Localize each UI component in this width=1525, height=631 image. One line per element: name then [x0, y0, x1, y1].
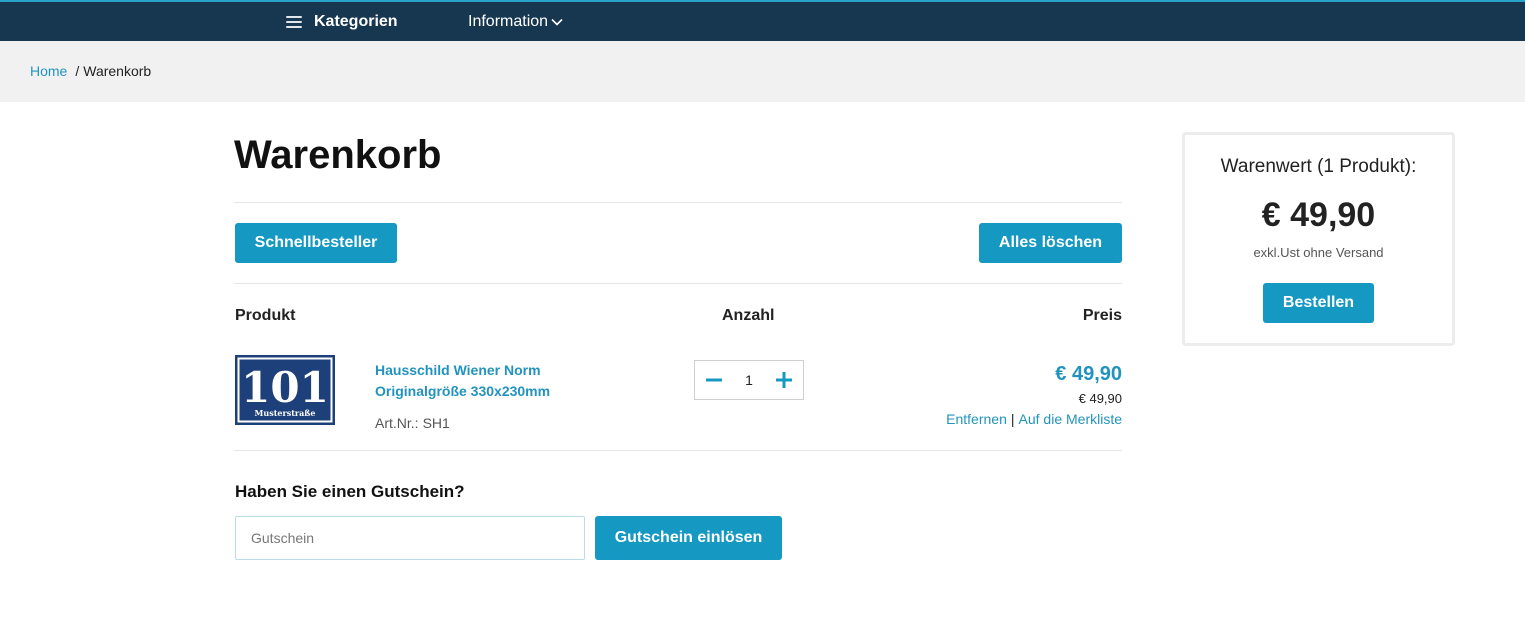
breadcrumb-home-link[interactable]: Home	[30, 63, 67, 79]
product-image[interactable]: 101 Musterstraße	[235, 355, 335, 425]
hamburger-menu-icon	[286, 15, 302, 28]
add-to-wishlist-link[interactable]: Auf die Merkliste	[1019, 411, 1122, 427]
breadcrumb-separator: /	[75, 63, 80, 79]
cart-summary-card: Warenwert (1 Produkt): € 49,90 exkl.Ust …	[1182, 132, 1455, 346]
summary-total: € 49,90	[1261, 196, 1376, 234]
item-actions-separator: |	[1010, 411, 1015, 427]
item-actions: Entfernen | Auf die Merkliste	[946, 411, 1122, 427]
divider	[234, 450, 1122, 451]
product-name-link[interactable]: Hausschild Wiener Norm Originalgröße 330…	[375, 360, 595, 402]
item-total-price: € 49,90	[1055, 363, 1122, 385]
column-header-product: Produkt	[235, 307, 296, 324]
divider	[234, 202, 1122, 203]
column-header-quantity: Anzahl	[722, 307, 775, 324]
increase-quantity-button[interactable]	[775, 371, 793, 389]
item-unit-price: € 49,90	[1078, 391, 1122, 406]
categories-menu-button[interactable]: Kategorien	[286, 2, 398, 41]
column-header-price: Preis	[1082, 307, 1122, 324]
divider	[234, 283, 1122, 284]
breadcrumb: Home / Warenkorb	[30, 63, 151, 79]
information-label: Information	[468, 12, 549, 30]
redeem-coupon-button[interactable]: Gutschein einlösen	[595, 516, 782, 560]
coupon-input[interactable]	[235, 516, 585, 560]
top-navigation-bar: Kategorien Information	[0, 0, 1525, 41]
house-sign-image: 101 Musterstraße	[235, 355, 335, 425]
summary-label: Warenwert (1 Produkt):	[1220, 156, 1417, 177]
summary-tax-note: exkl.Ust ohne Versand	[1253, 245, 1384, 260]
quick-order-button[interactable]: Schnellbesteller	[235, 223, 397, 263]
breadcrumb-bar: Home / Warenkorb	[0, 41, 1525, 102]
article-number-label: Art.Nr.:	[375, 415, 419, 431]
sign-number: 101	[241, 363, 329, 412]
coupon-heading: Haben Sie einen Gutschein?	[235, 482, 465, 501]
article-number-value: SH1	[422, 415, 450, 431]
product-article-number: Art.Nr.: SH1	[375, 415, 450, 431]
decrease-quantity-button[interactable]	[705, 371, 723, 389]
plus-icon	[775, 372, 792, 388]
minus-icon	[706, 378, 722, 382]
quantity-value[interactable]: 1	[745, 372, 753, 388]
categories-label: Kategorien	[314, 12, 398, 30]
checkout-button[interactable]: Bestellen	[1263, 283, 1374, 323]
page-title: Warenkorb	[234, 133, 442, 177]
sign-street: Musterstraße	[255, 408, 316, 418]
quantity-stepper: 1	[694, 360, 804, 400]
remove-item-link[interactable]: Entfernen	[946, 411, 1007, 427]
information-menu-button[interactable]: Information	[468, 2, 564, 41]
breadcrumb-current: Warenkorb	[83, 63, 152, 79]
clear-cart-button[interactable]: Alles löschen	[979, 223, 1122, 263]
chevron-down-icon	[551, 18, 563, 26]
